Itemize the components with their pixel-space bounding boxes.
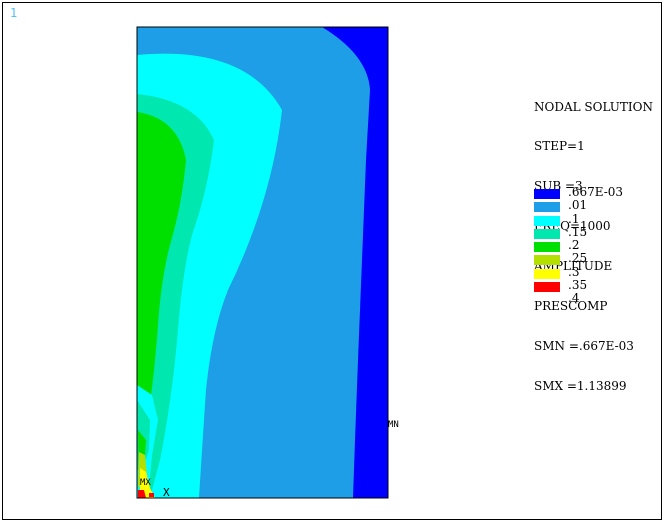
legend-label: .2: [568, 238, 580, 253]
legend-label: .01: [568, 198, 588, 213]
legend-swatch: [534, 189, 560, 199]
x-axis-marker: X: [163, 486, 170, 499]
legend-label: .35: [568, 278, 588, 293]
legend-label: .25: [568, 251, 588, 266]
legend-line: NODAL SOLUTION: [534, 99, 653, 114]
legend-swatch: [534, 295, 560, 305]
legend-label: .1: [568, 211, 580, 226]
legend-label: .667E-03: [568, 185, 624, 199]
legend-swatch: [534, 242, 560, 253]
legend-swatch: [534, 282, 560, 293]
legend-label: .4: [568, 291, 580, 306]
corner-fringe-red-2: [149, 493, 154, 497]
legend-swatch: [534, 215, 560, 226]
legend-header: NODAL SOLUTION STEP=1 SUB =3 FREQ=1000 A…: [534, 74, 653, 406]
legend-label: .15: [568, 224, 588, 239]
legend-line: SMX =1.13899: [534, 378, 627, 393]
legend-swatch: [534, 228, 560, 239]
legend-swatch: [534, 268, 560, 279]
min-marker: MN: [388, 420, 399, 430]
legend-line: STEP=1: [534, 139, 585, 154]
legend-swatch: [534, 202, 560, 213]
legend-line: SMN =.667E-03: [534, 338, 634, 353]
max-marker: MX: [140, 478, 151, 488]
legend-swatch: [534, 255, 560, 266]
legend-label: .3: [568, 264, 580, 279]
